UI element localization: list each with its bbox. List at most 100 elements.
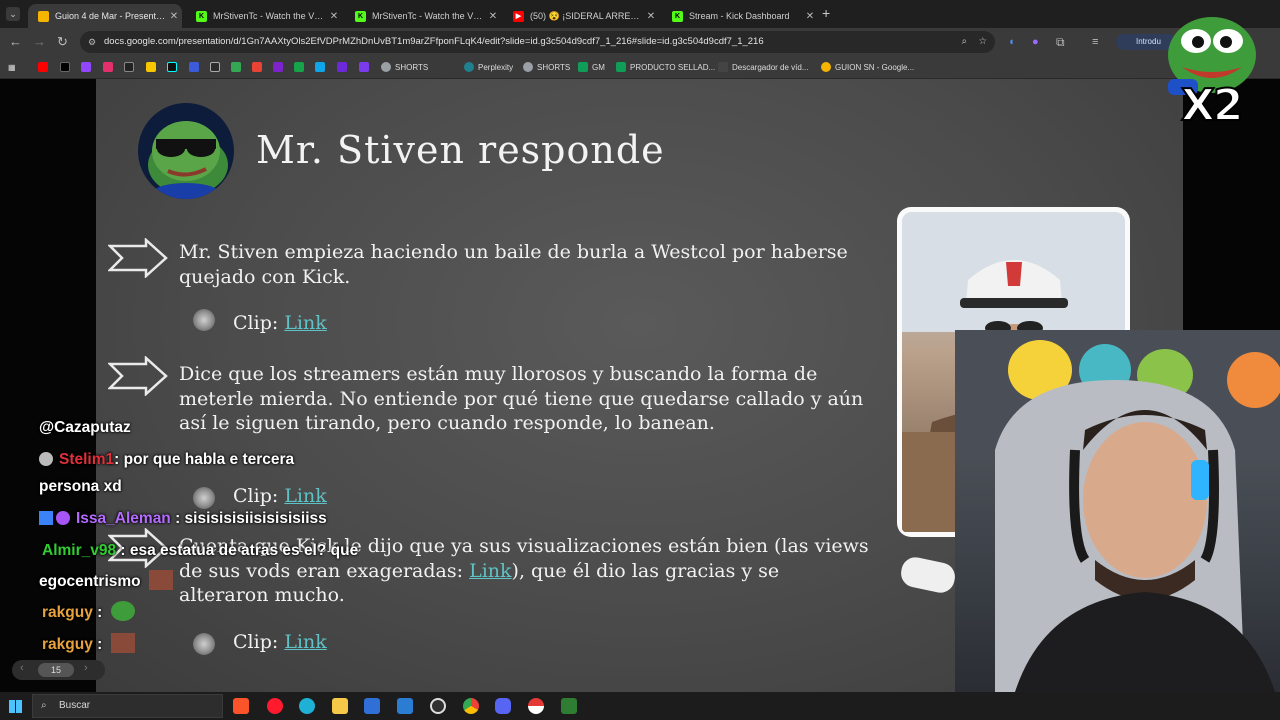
chat-username: Almir_v98 — [42, 542, 117, 559]
bookmark-icon[interactable] — [252, 61, 266, 73]
slides-icon — [38, 10, 49, 22]
tab-kick-dashboard[interactable]: K Stream - Kick Dashboard ✕ — [662, 4, 818, 28]
bookmark-tiktok-icon[interactable] — [167, 61, 181, 73]
chat-emote-icon — [148, 570, 173, 590]
slide-pager[interactable]: ‹ 15 › — [12, 660, 105, 680]
mail-icon[interactable] — [397, 698, 413, 714]
chat-message: egocentrismo — [39, 570, 173, 591]
store-icon[interactable] — [364, 698, 380, 714]
close-tab-icon[interactable]: ✕ — [643, 11, 659, 22]
discord-icon[interactable] — [495, 698, 511, 714]
chat-message: rakguy : — [42, 601, 135, 622]
chat-message: persona xd — [39, 478, 122, 495]
chat-emote-icon — [110, 633, 135, 653]
windows-start-icon[interactable] — [9, 700, 22, 713]
bookmark-x-icon[interactable] — [60, 61, 74, 73]
chat-username: rakguy — [42, 604, 93, 621]
taskbar-search-box[interactable]: ⌕ Buscar — [32, 694, 223, 718]
slide-title: Mr. Stiven responde — [256, 128, 665, 172]
bookmark-descargador[interactable]: Descargador de víd... — [718, 61, 808, 73]
address-bar[interactable]: ⚙ docs.google.com/presentation/d/1Gn7AAX… — [80, 31, 995, 53]
tab-slides[interactable]: Guion 4 de Mar - Presentación ✕ — [28, 4, 182, 28]
tab-search-icon[interactable]: ≡ — [1092, 35, 1098, 49]
site-info-icon[interactable]: ⚙ — [88, 31, 96, 53]
bookmark-star-icon[interactable]: ☆ — [978, 31, 987, 53]
chrome-icon[interactable] — [463, 698, 479, 714]
clip-link-1[interactable]: Link — [284, 312, 326, 334]
close-tab-icon[interactable]: ✕ — [802, 11, 818, 22]
close-tab-icon[interactable]: ✕ — [485, 11, 501, 22]
bookmark-gm[interactable]: GM — [578, 61, 605, 73]
chat-username: Stelim1 — [59, 451, 115, 468]
edge-browser-icon[interactable] — [299, 698, 315, 714]
page-number-badge: 15 — [38, 663, 74, 677]
bookmark-icon[interactable] — [189, 61, 203, 73]
bookmark-producto[interactable]: PRODUCTO SELLAD... — [616, 61, 715, 73]
obs-icon[interactable] — [430, 698, 446, 714]
bookmark-icon[interactable] — [294, 61, 308, 73]
bookmark-icon[interactable] — [359, 61, 373, 73]
chat-message: Stelim1: por que habla e tercera — [39, 451, 294, 469]
chalk-arrow-icon — [108, 238, 168, 278]
apps-icon[interactable]: ▦ — [8, 61, 16, 73]
bookmark-icon[interactable] — [315, 61, 329, 73]
chat-message: Almir_v98 : esa estatua de atras es el? … — [42, 542, 359, 559]
tab-kick-vod-1[interactable]: K MrStivenTc - Watch the VOD o ✕ — [186, 4, 342, 28]
chat-badge-icon — [39, 511, 53, 525]
swirl-bullet-icon — [193, 309, 215, 331]
webcam-overlay — [955, 330, 1280, 692]
bookmark-icon[interactable] — [210, 61, 224, 73]
bullet-text-1: Mr. Stiven empieza haciendo un baile de … — [179, 241, 848, 288]
tab-kick-vod-2[interactable]: K MrStivenTc - Watch the VOD o ✕ — [345, 4, 501, 28]
bookmark-icon[interactable] — [124, 61, 138, 73]
youtube-icon: ▶ — [513, 10, 524, 22]
bookmark-youtube-icon[interactable] — [38, 61, 52, 73]
bookmark-icon[interactable] — [231, 61, 245, 73]
bookmark-twitch-icon[interactable] — [81, 61, 95, 73]
brave-browser-icon[interactable] — [233, 698, 249, 714]
chat-message: @Cazaputaz — [39, 419, 131, 436]
opera-browser-icon[interactable] — [267, 698, 283, 714]
app-icon[interactable] — [561, 698, 577, 714]
file-explorer-icon[interactable] — [332, 698, 348, 714]
multiplier-badge: X2 — [1180, 79, 1245, 132]
chat-badge-icon — [39, 452, 53, 466]
stream-chat-overlay: @Cazaputaz Stelim1: por que habla e terc… — [33, 413, 383, 658]
browser-tab-bar: ⌄ Guion 4 de Mar - Presentación ✕ K MrSt… — [0, 0, 1280, 28]
bookmark-guion[interactable]: GUION SN - Google... — [821, 61, 914, 73]
pager-prev-icon[interactable]: ‹ — [20, 662, 24, 674]
chat-username: Issa_Aleman — [76, 510, 171, 527]
forward-icon[interactable]: → — [33, 35, 46, 49]
extension-icon[interactable]: ◖ — [1008, 35, 1015, 49]
clip-row-1: Clip: Link — [233, 312, 327, 334]
reload-icon[interactable]: ↻ — [57, 35, 68, 49]
kick-icon: K — [196, 10, 207, 22]
bookmark-perplexity[interactable]: Perplexity — [464, 61, 513, 73]
windows-taskbar: ⌕ Buscar — [0, 692, 1280, 720]
extension-icon[interactable]: ● — [1032, 35, 1039, 49]
bookmark-shorts-1[interactable]: SHORTS — [381, 61, 428, 73]
bookmark-icon[interactable] — [146, 61, 160, 73]
close-tab-icon[interactable]: ✕ — [326, 11, 342, 22]
bookmark-icon[interactable] — [337, 61, 351, 73]
bookmark-instagram-icon[interactable] — [103, 61, 117, 73]
zoom-icon[interactable]: ⌕ — [962, 31, 967, 53]
pokeball-icon[interactable] — [528, 698, 544, 714]
new-tab-button[interactable]: + — [822, 5, 830, 21]
pager-next-icon[interactable]: › — [84, 662, 88, 674]
views-link[interactable]: Link — [469, 560, 511, 582]
profile-label: Introdu — [1136, 37, 1161, 46]
close-tab-icon[interactable]: ✕ — [166, 11, 182, 22]
bookmark-icon[interactable] — [273, 61, 287, 73]
chat-emote-icon — [110, 601, 135, 621]
bookmark-shorts-2[interactable]: SHORTS — [523, 61, 570, 73]
chat-username: rakguy — [42, 636, 93, 653]
tab-list-menu-icon[interactable]: ⌄ — [6, 7, 20, 21]
search-icon: ⌕ — [41, 700, 47, 711]
tab-youtube[interactable]: ▶ (50) 😵 ¡SIDERAL ARREPENTIDO ✕ — [503, 4, 659, 28]
pepe-logo-icon — [138, 103, 234, 199]
bookmarks-bar: ▦ SHORTS Perplexity SHORTS GM PRODUCTO S… — [0, 56, 1280, 79]
back-icon[interactable]: ← — [9, 35, 22, 49]
chalk-arrow-icon — [108, 356, 168, 396]
extensions-puzzle-icon[interactable]: ⧉ — [1056, 35, 1065, 49]
